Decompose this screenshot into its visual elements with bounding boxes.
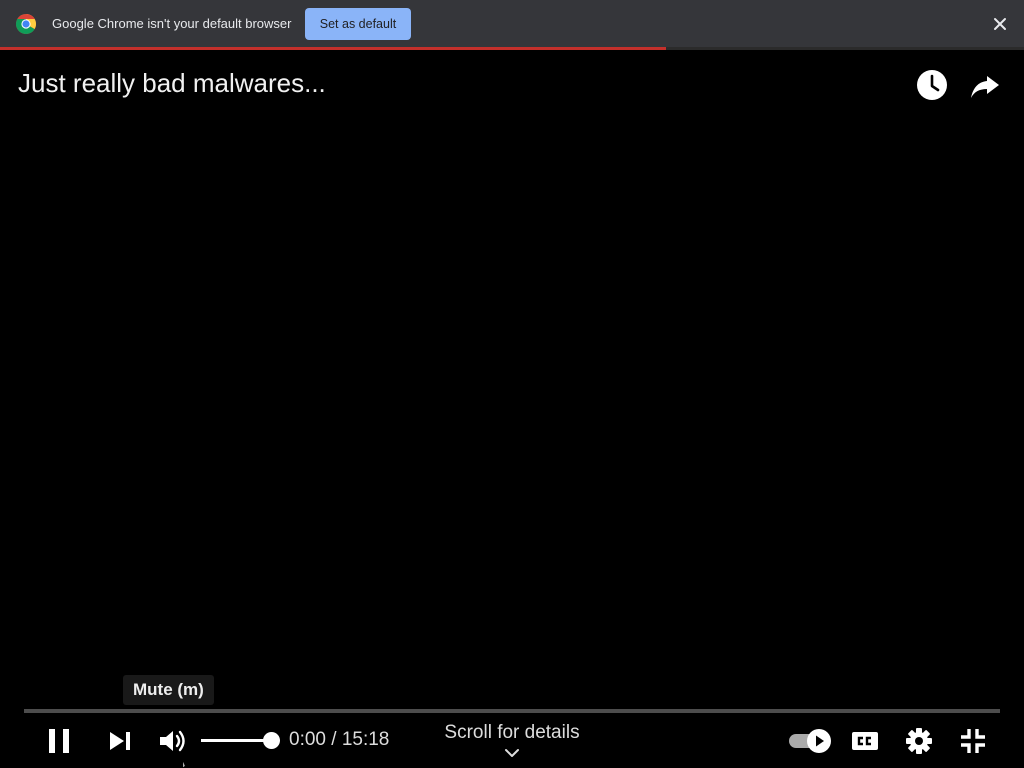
time-current: 0:00 bbox=[289, 729, 326, 750]
exit-fullscreen-icon[interactable] bbox=[956, 724, 990, 758]
share-icon[interactable] bbox=[968, 68, 1002, 102]
set-as-default-button[interactable]: Set as default bbox=[305, 8, 411, 40]
chrome-logo-icon bbox=[16, 14, 36, 34]
infobar-message: Google Chrome isn't your default browser bbox=[52, 16, 292, 31]
settings-icon[interactable] bbox=[902, 724, 936, 758]
volume-icon[interactable] bbox=[155, 724, 189, 758]
scroll-for-details[interactable]: Scroll for details bbox=[400, 722, 624, 744]
autoplay-toggle[interactable] bbox=[788, 728, 832, 754]
page-load-progress-fill bbox=[0, 47, 666, 50]
close-icon[interactable] bbox=[988, 12, 1012, 36]
volume-slider[interactable] bbox=[201, 739, 271, 742]
seek-bar[interactable] bbox=[24, 709, 1000, 713]
time-separator: / bbox=[325, 729, 342, 750]
chevron-down-icon[interactable] bbox=[504, 747, 520, 759]
watch-later-icon[interactable] bbox=[915, 68, 949, 102]
default-browser-infobar: Google Chrome isn't your default browser… bbox=[0, 0, 1024, 48]
next-icon[interactable] bbox=[103, 724, 137, 758]
page-load-progress bbox=[0, 47, 1024, 50]
captions-icon[interactable] bbox=[848, 724, 882, 758]
pause-icon[interactable] bbox=[42, 724, 76, 758]
volume-slider-handle[interactable] bbox=[263, 732, 280, 749]
video-title[interactable]: Just really bad malwares... bbox=[18, 68, 326, 99]
time-display: 0:00 / 15:18 bbox=[289, 729, 389, 751]
time-total: 15:18 bbox=[341, 729, 390, 750]
mouse-cursor-icon bbox=[182, 760, 186, 768]
mute-tooltip: Mute (m) bbox=[123, 675, 214, 705]
